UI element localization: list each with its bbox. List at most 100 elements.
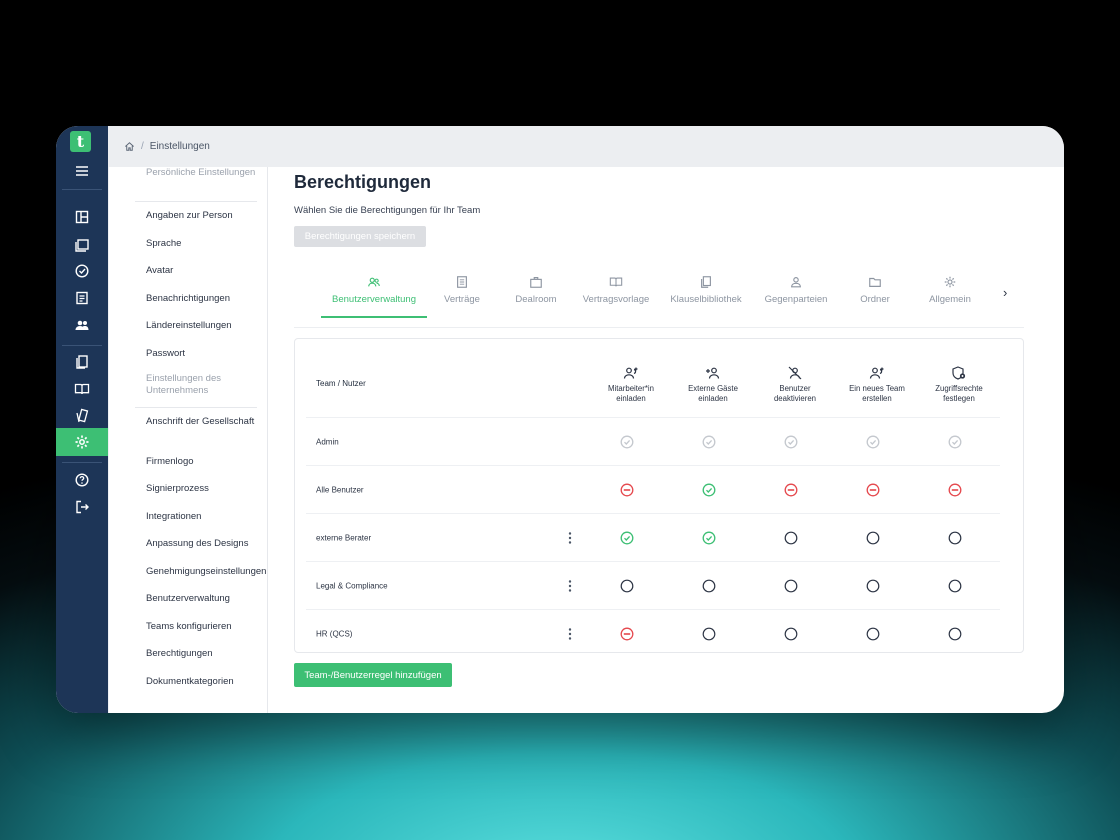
tasks-icon[interactable] [56, 258, 108, 284]
permission-denied-icon[interactable] [784, 483, 798, 497]
clauses-icon[interactable] [56, 403, 108, 429]
permission-empty-icon[interactable] [866, 531, 880, 545]
deactivate-user-icon [788, 366, 802, 380]
tab-vertragsvorlage[interactable]: Vertragsvorlage [578, 275, 654, 318]
breadcrumb: / Einstellungen [108, 126, 1064, 167]
tab-benutzerverwaltung[interactable]: Benutzerverwaltung [321, 275, 427, 318]
column-label: Zugriffsrechte festlegen [935, 384, 983, 403]
help-icon[interactable] [56, 467, 108, 493]
settings-nav-item[interactable]: Benutzerverwaltung [146, 593, 274, 605]
more-options-icon[interactable] [566, 531, 574, 545]
row-name: HR (QCS) [316, 629, 353, 638]
permission-empty-icon[interactable] [702, 627, 716, 641]
permission-empty-icon[interactable] [784, 579, 798, 593]
settings-nav-item[interactable]: Sprache [146, 238, 274, 250]
contacts-icon[interactable] [56, 312, 108, 338]
permission-allowed-icon[interactable] [620, 531, 634, 545]
folders-icon[interactable] [56, 231, 108, 257]
tabs-scroll-right-icon[interactable]: › [1003, 285, 1007, 300]
column-header: Mitarbeiter*in einladen [595, 366, 667, 404]
settings-nav-item[interactable]: Benachrichtigungen [146, 293, 274, 305]
tab-label: Ordner [860, 294, 890, 305]
gear-icon [944, 276, 956, 288]
tab-vertraege[interactable]: Verträge [435, 275, 489, 318]
main-content: Berechtigungen Wählen Sie die Berechtigu… [268, 167, 1064, 713]
tab-ordner[interactable]: Ordner [852, 275, 898, 318]
settings-nav-item[interactable]: Angaben zur Person [146, 210, 274, 222]
permission-allowed-icon[interactable] [702, 483, 716, 497]
permission-tabs: Benutzerverwaltung Verträge Dealroom Ver… [294, 275, 1024, 328]
permission-denied-icon[interactable] [866, 483, 880, 497]
permission-denied-icon[interactable] [948, 483, 962, 497]
app-logo[interactable]: t [70, 131, 91, 152]
logout-icon[interactable] [56, 494, 108, 520]
permission-empty-icon[interactable] [866, 579, 880, 593]
access-rights-icon [952, 366, 966, 380]
page-title: Berechtigungen [294, 172, 432, 192]
column-label: Ein neues Team erstellen [849, 384, 905, 403]
add-team-rule-button[interactable]: Team-/Benutzerregel hinzufügen [294, 663, 452, 687]
settings-nav-item-active[interactable]: Berechtigungen [146, 648, 274, 660]
templates-icon[interactable] [56, 349, 108, 375]
settings-nav-item[interactable]: Ländereinstellungen [146, 320, 274, 332]
settings-nav: Persönliche Einstellungen Angaben zur Pe… [108, 167, 268, 713]
permission-empty-icon[interactable] [948, 531, 962, 545]
permission-denied-icon[interactable] [620, 483, 634, 497]
tab-label: Klauselbibliothek [670, 294, 742, 305]
permissions-table: Team / Nutzer Mitarbeiter*in einladen Ex… [294, 338, 1024, 653]
table-row: externe Berater [306, 513, 1000, 561]
tab-label: Gegenparteien [764, 294, 828, 305]
permission-locked-icon[interactable] [620, 435, 634, 449]
column-label: Mitarbeiter*in einladen [608, 384, 654, 403]
permission-empty-icon[interactable] [866, 627, 880, 641]
column-header-team: Team / Nutzer [316, 379, 366, 388]
settings-nav-item[interactable]: Signierprozess [146, 483, 274, 495]
settings-nav-item[interactable]: Integrationen [146, 511, 274, 523]
settings-nav-item[interactable]: Anpassung des Designs [146, 538, 274, 550]
permission-empty-icon[interactable] [702, 579, 716, 593]
permission-empty-icon[interactable] [620, 579, 634, 593]
save-permissions-button[interactable]: Berechtigungen speichern [294, 226, 426, 247]
permission-locked-icon[interactable] [784, 435, 798, 449]
settings-icon[interactable] [56, 428, 108, 456]
settings-nav-item[interactable]: Dokumentkategorien [146, 676, 274, 688]
app-window: t / Einstellungen Persönliche Einstellun… [56, 126, 1064, 713]
settings-nav-item[interactable]: Genehmigungseinstellungen [146, 566, 274, 578]
permission-allowed-icon[interactable] [702, 531, 716, 545]
row-name: Legal & Compliance [316, 581, 388, 590]
column-header: Benutzer deaktivieren [759, 366, 831, 404]
tab-label: Vertragsvorlage [582, 294, 650, 305]
tab-label: Allgemein [929, 294, 971, 305]
library-icon[interactable] [56, 376, 108, 402]
permission-empty-icon[interactable] [784, 627, 798, 641]
permission-empty-icon[interactable] [948, 627, 962, 641]
tab-gegenparteien[interactable]: Gegenparteien [759, 275, 833, 318]
home-icon[interactable] [124, 141, 135, 152]
contracts-icon[interactable] [56, 285, 108, 311]
more-options-icon[interactable] [566, 627, 574, 641]
settings-nav-item[interactable]: Avatar [146, 265, 274, 277]
permission-locked-icon[interactable] [948, 435, 962, 449]
permission-empty-icon[interactable] [948, 579, 962, 593]
tab-dealroom[interactable]: Dealroom [507, 275, 565, 318]
briefcase-icon [530, 277, 542, 288]
menu-icon[interactable] [56, 158, 108, 184]
dashboard-icon[interactable] [56, 204, 108, 230]
table-row: Alle Benutzer [306, 465, 1000, 513]
tab-allgemein[interactable]: Allgemein [922, 275, 978, 318]
tab-klauselbibliothek[interactable]: Klauselbibliothek [666, 275, 746, 318]
settings-nav-item[interactable]: Teams konfigurieren [146, 621, 274, 633]
invite-guest-icon [706, 367, 720, 379]
settings-nav-item[interactable]: Firmenlogo [146, 456, 274, 468]
permission-locked-icon[interactable] [866, 435, 880, 449]
permission-locked-icon[interactable] [702, 435, 716, 449]
row-name: Admin [316, 437, 339, 446]
settings-nav-item[interactable]: Anschrift der Gesellschaft [146, 416, 274, 428]
folder-icon [869, 277, 881, 287]
tab-label: Verträge [444, 294, 480, 305]
more-options-icon[interactable] [566, 579, 574, 593]
permission-denied-icon[interactable] [620, 627, 634, 641]
breadcrumb-current[interactable]: Einstellungen [150, 141, 210, 152]
settings-nav-item[interactable]: Passwort [146, 348, 274, 360]
permission-empty-icon[interactable] [784, 531, 798, 545]
